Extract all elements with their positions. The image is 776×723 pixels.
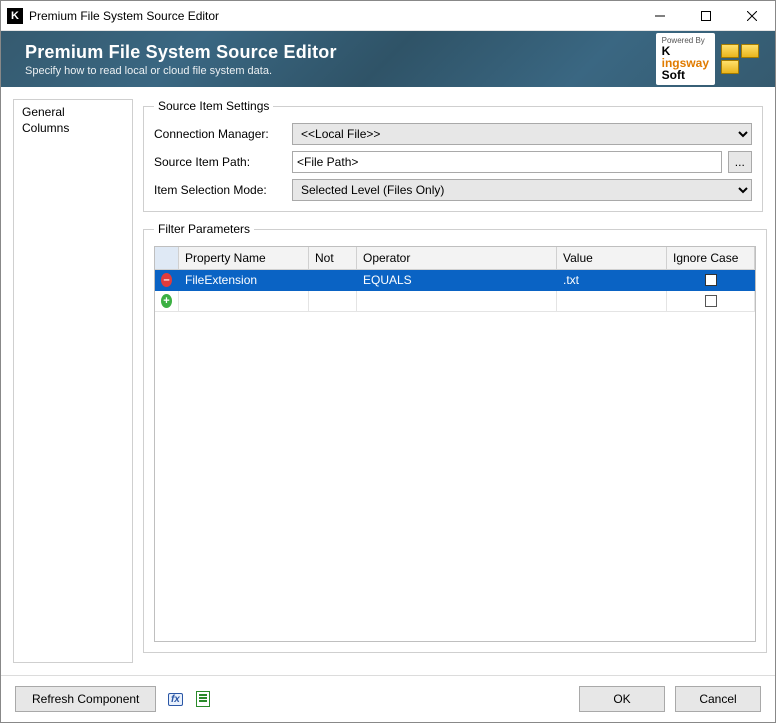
folders-icon — [721, 44, 759, 74]
grid-row[interactable]: + — [155, 291, 755, 312]
header-ignore-case: Ignore Case — [667, 247, 755, 270]
grid-row[interactable]: – FileExtension EQUALS .txt — [155, 270, 755, 291]
cell-property[interactable]: FileExtension — [179, 270, 309, 291]
remove-row-button[interactable]: – — [155, 270, 179, 291]
header-operator: Operator — [357, 247, 557, 270]
brand-logo: Powered By KingswaySoft — [656, 33, 715, 85]
documentation-icon[interactable] — [194, 690, 212, 708]
header-not: Not — [309, 247, 357, 270]
cell-operator[interactable]: EQUALS — [357, 270, 557, 291]
source-item-path-input[interactable] — [292, 151, 722, 173]
filter-legend: Filter Parameters — [154, 222, 254, 236]
cell-property[interactable] — [179, 291, 309, 312]
header-property: Property Name — [179, 247, 309, 270]
add-row-button[interactable]: + — [155, 291, 179, 312]
source-item-path-label: Source Item Path: — [154, 155, 284, 169]
connection-manager-label: Connection Manager: — [154, 127, 284, 141]
ignore-case-checkbox[interactable] — [705, 274, 717, 286]
cell-ignore-case[interactable] — [667, 270, 755, 291]
minimize-button[interactable] — [637, 1, 683, 31]
sidebar-item-columns[interactable]: Columns — [16, 120, 130, 136]
titlebar: K Premium File System Source Editor — [1, 1, 775, 31]
cell-value[interactable]: .txt — [557, 270, 667, 291]
maximize-button[interactable] — [683, 1, 729, 31]
refresh-component-button[interactable]: Refresh Component — [15, 686, 156, 712]
cell-value[interactable] — [557, 291, 667, 312]
source-item-settings: Source Item Settings Connection Manager:… — [143, 99, 763, 212]
footer: Refresh Component fx OK Cancel — [1, 675, 775, 722]
minus-icon: – — [161, 273, 172, 287]
banner-subtitle: Specify how to read local or cloud file … — [25, 65, 646, 77]
ignore-case-checkbox[interactable] — [705, 295, 717, 307]
item-selection-mode-select[interactable]: Selected Level (Files Only) — [292, 179, 752, 201]
cell-operator[interactable] — [357, 291, 557, 312]
ok-button[interactable]: OK — [579, 686, 665, 712]
brand-area: Powered By KingswaySoft — [656, 33, 759, 85]
sidebar: General Columns — [13, 99, 133, 663]
browse-button[interactable]: ... — [728, 151, 752, 173]
banner-title: Premium File System Source Editor — [25, 42, 646, 63]
filter-grid[interactable]: Property Name Not Operator Value Ignore … — [154, 246, 756, 642]
close-button[interactable] — [729, 1, 775, 31]
app-icon: K — [7, 8, 23, 24]
grid-header: Property Name Not Operator Value Ignore … — [155, 247, 755, 270]
connection-manager-select[interactable]: <<Local File>> — [292, 123, 752, 145]
window-title: Premium File System Source Editor — [29, 9, 219, 23]
sidebar-item-general[interactable]: General — [16, 104, 130, 120]
plus-icon: + — [161, 294, 172, 308]
source-settings-legend: Source Item Settings — [154, 99, 273, 113]
filter-parameters: Filter Parameters Property Name Not Oper… — [143, 222, 767, 653]
cell-not[interactable] — [309, 291, 357, 312]
cancel-button[interactable]: Cancel — [675, 686, 761, 712]
header-action — [155, 247, 179, 270]
item-selection-mode-label: Item Selection Mode: — [154, 183, 284, 197]
expression-editor-icon[interactable]: fx — [166, 690, 184, 708]
header-banner: Premium File System Source Editor Specif… — [1, 31, 775, 87]
cell-ignore-case[interactable] — [667, 291, 755, 312]
cell-not[interactable] — [309, 270, 357, 291]
header-value: Value — [557, 247, 667, 270]
